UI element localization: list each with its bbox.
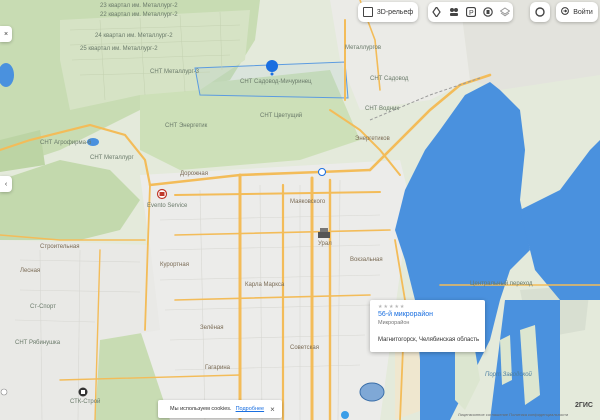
map-label: Урал xyxy=(318,241,332,247)
traffic-icon[interactable] xyxy=(428,2,445,22)
map-label: СНТ Садовод xyxy=(370,76,409,82)
transport-icon[interactable] xyxy=(479,2,496,22)
close-icon[interactable]: × xyxy=(0,26,12,42)
map-edge-icon[interactable] xyxy=(0,388,8,396)
map-label: 23 квартал им. Металлург-2 xyxy=(100,3,178,9)
map-label: Советская xyxy=(290,345,319,351)
clock-icon[interactable] xyxy=(530,2,550,22)
parking-icon[interactable]: P xyxy=(462,2,479,22)
layers-icon[interactable] xyxy=(496,2,513,22)
map-label: СНТ Садовод-Мичуринец xyxy=(240,79,312,85)
bus-stop-icon[interactable] xyxy=(318,168,326,176)
map-label: Зелёная xyxy=(200,325,224,331)
login-icon xyxy=(561,7,570,17)
map-label: Металлургов xyxy=(345,45,382,51)
map-label: 24 квартал им. Металлург-2 xyxy=(95,33,173,39)
stadium-icon[interactable] xyxy=(359,382,385,402)
login-button[interactable]: Войти xyxy=(556,2,598,22)
cookie-text: Мы используем cookies. xyxy=(170,406,232,412)
map-label: СНТ Агрофирма-6 xyxy=(40,140,92,146)
login-label: Войти xyxy=(573,8,593,16)
place-subtitle: Микрорайон xyxy=(378,320,410,326)
cookie-banner: Мы используем cookies. Подробнее × xyxy=(158,400,282,418)
map-label: Строительная xyxy=(40,244,80,250)
map-label: Лесная xyxy=(20,268,41,274)
map-label: СНТ Водник xyxy=(365,106,399,112)
store-icon[interactable] xyxy=(78,387,88,397)
map-label: 25 квартал им. Металлург-2 xyxy=(80,46,158,52)
map-label: СНТ Энергетик xyxy=(165,123,208,129)
map-label: СНТ Цветущий xyxy=(260,113,303,119)
cookie-more-link[interactable]: Подробнее xyxy=(236,406,265,412)
brand-logo[interactable]: 2ГИС xyxy=(575,402,593,409)
map-label: Центральный переход xyxy=(470,281,533,287)
map-label: Дорожная xyxy=(180,171,208,177)
map-label: Вокзальная xyxy=(350,257,383,263)
service-station-icon[interactable] xyxy=(156,188,168,200)
attribution-text[interactable]: Лицензионное соглашение Политика конфиде… xyxy=(458,412,568,417)
map-label: СНТ Металлург-3 xyxy=(150,69,200,75)
place-address: Магнитогорск, Челябинская область xyxy=(378,337,480,343)
rating-stars: ★★★★★ xyxy=(378,304,406,310)
map-label: СНТ Металлург xyxy=(90,155,134,161)
map-label: Карла Маркса xyxy=(245,282,285,288)
map-label: Evento Service xyxy=(147,203,188,209)
map-label: Маяковского xyxy=(290,199,326,205)
map-label: Порт Заводской xyxy=(485,372,532,378)
marker-icon[interactable] xyxy=(341,411,349,419)
back-icon[interactable]: ‹ xyxy=(0,176,12,192)
view-3d-button[interactable]: 3D-рельеф xyxy=(358,2,418,22)
map-label: Курортная xyxy=(160,262,189,268)
cube-icon xyxy=(362,7,373,17)
map-label: СТК-Строй xyxy=(70,399,101,405)
map-label: СНТ Рябинушка xyxy=(15,340,61,346)
svg-text:P: P xyxy=(469,10,474,17)
place-card[interactable]: ★★★★★ 56-й микрорайон Микрорайон Магнито… xyxy=(370,300,485,352)
layer-toolbar: P xyxy=(428,2,513,22)
cookie-close-icon[interactable]: × xyxy=(270,405,275,414)
map-canvas[interactable] xyxy=(0,0,600,420)
urban-area xyxy=(140,160,410,420)
map-label: Энергетиков xyxy=(355,136,390,142)
place-title[interactable]: 56-й микрорайон xyxy=(378,311,433,318)
people-icon[interactable] xyxy=(445,2,462,22)
map-label: 22 квартал им. Металлург-2 xyxy=(100,12,178,18)
map-label: Ст-Спорт xyxy=(30,304,56,310)
map-label: Гагарина xyxy=(205,365,230,371)
view-3d-label: 3D-рельеф xyxy=(376,8,414,16)
